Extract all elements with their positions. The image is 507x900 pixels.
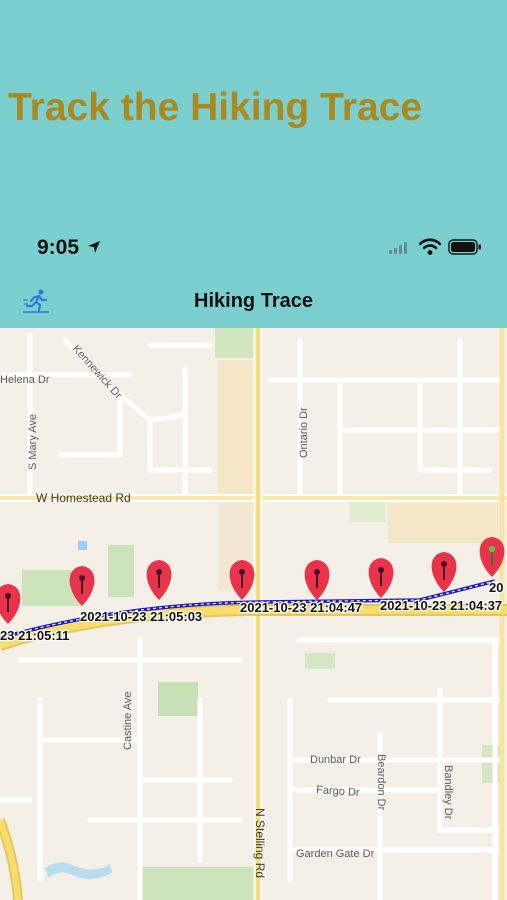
street-label-stelling: N Stelling Rd [253, 808, 267, 878]
street-label-homestead: W Homestead Rd [36, 491, 131, 505]
park-area [350, 500, 385, 522]
promo-title: Track the Hiking Trace [8, 86, 423, 129]
street-label-beardon: Beardon Dr [375, 754, 387, 811]
park-area [140, 867, 260, 900]
status-time: 9:05 [37, 236, 80, 259]
street-label-castine: Castine Ave [122, 691, 134, 750]
timestamp-label: 2021-10-23 21:05:03 [80, 609, 203, 624]
park-area [482, 745, 502, 783]
street-label-ontario: Ontario Dr [298, 407, 310, 458]
map-view[interactable]: Helena Dr Kennewick Dr S Mary Ave Ontari… [0, 328, 507, 900]
park-area [305, 653, 335, 669]
nav-title: Hiking Trace [194, 290, 313, 312]
street-label-mary: S Mary Ave [27, 414, 39, 470]
street-label-bandley: Bandley Dr [442, 765, 454, 820]
street-label-garden-gate: Garden Gate Dr [296, 848, 375, 860]
cellular-signal-icon [389, 242, 407, 254]
timestamp-label: 23 21:05:11 [0, 628, 70, 643]
park-area [158, 682, 198, 716]
street-label-dunbar: Dunbar Dr [310, 754, 361, 766]
park-area [108, 545, 134, 597]
location-arrow-icon [88, 241, 100, 253]
street-label-helena: Helena Dr [0, 374, 50, 386]
wifi-icon [419, 238, 441, 255]
promo-banner: Track the Hiking Trace [0, 0, 507, 225]
pond [78, 541, 87, 550]
park-area [215, 328, 257, 358]
timestamp-label: 2021-10-23 21:04:47 [240, 600, 363, 615]
timestamp-label: 2021-10-23 21:04:37 [380, 598, 503, 613]
timestamp-label: 20 [489, 580, 504, 595]
battery-icon [448, 239, 481, 255]
